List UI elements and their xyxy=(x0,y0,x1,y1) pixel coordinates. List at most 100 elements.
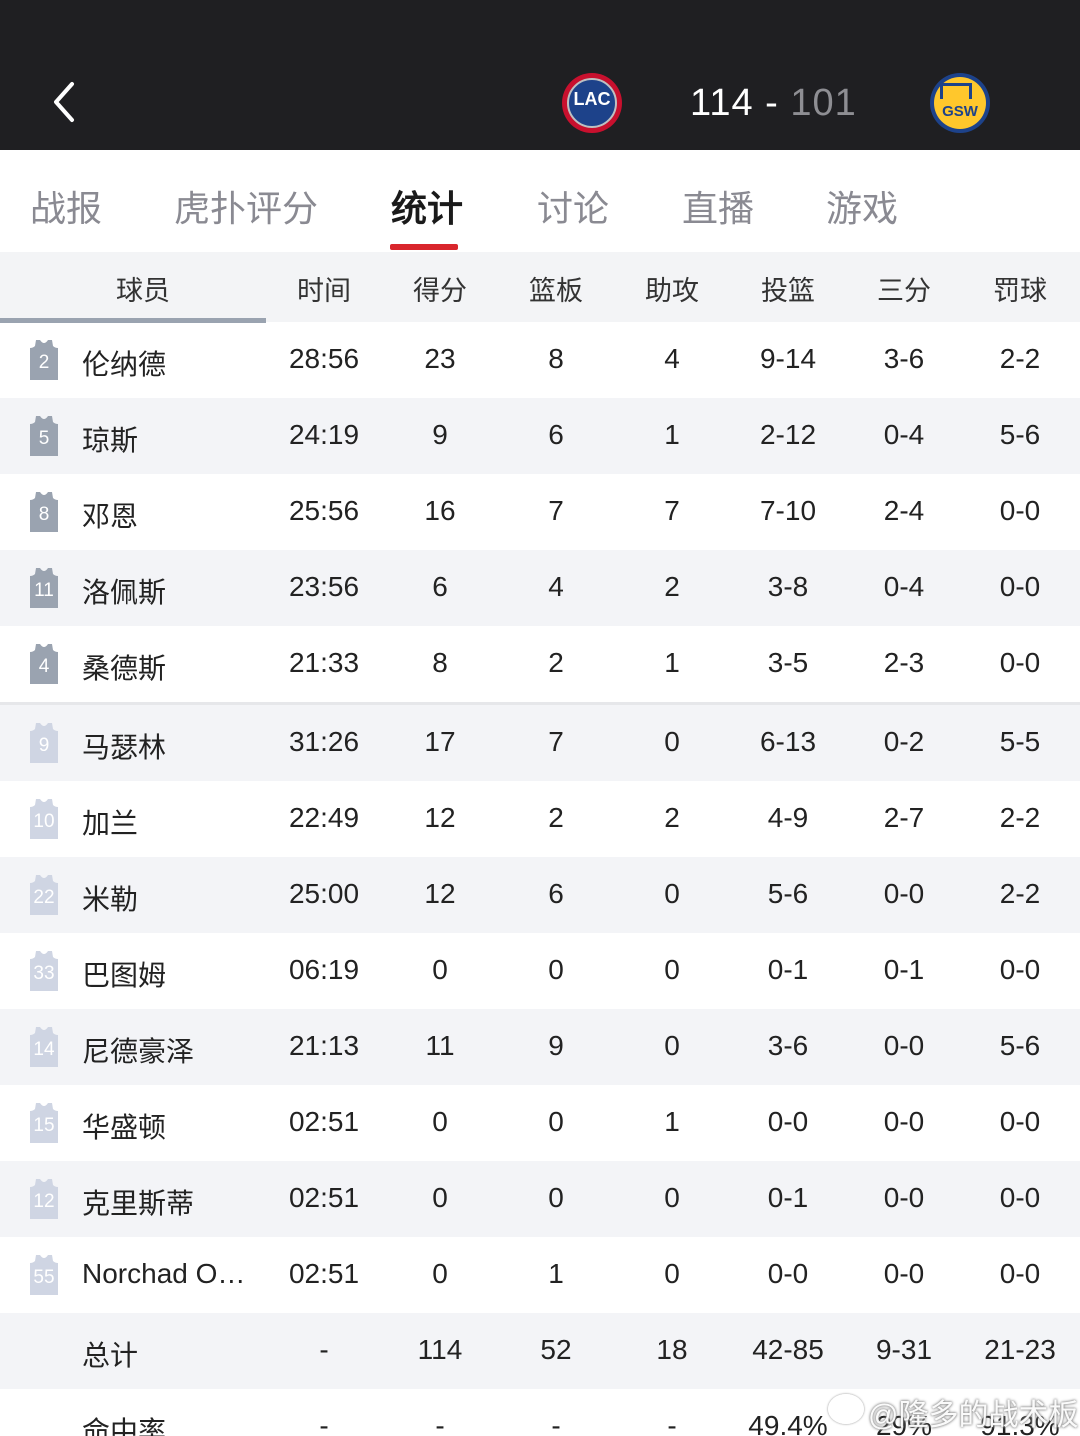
jersey-icon: 11 xyxy=(27,568,61,608)
cell-rebounds: 8 xyxy=(548,343,564,374)
tab-report[interactable]: 战报 xyxy=(30,180,102,232)
tab-discussion[interactable]: 讨论 xyxy=(537,180,609,232)
cell-field-goals: 7-10 xyxy=(759,495,817,526)
gsw-team-logo[interactable]: GSW xyxy=(930,73,990,133)
cell-points: 0 xyxy=(432,1258,448,1289)
game-score: 114 - 101 xyxy=(690,82,857,125)
cell-free-throws: 5-6 xyxy=(999,419,1041,450)
bench-row[interactable]: 12 克里斯蒂 02:51 0 0 0 0-1 0-0 0-0 xyxy=(0,1161,1080,1237)
jersey-icon: 4 xyxy=(27,644,61,684)
watermark: @隆多的战术板 xyxy=(868,1399,1079,1432)
tab-live[interactable]: 直播 xyxy=(682,180,754,232)
starter-row[interactable]: 11 洛佩斯 23:56 6 4 2 3-8 0-4 0-0 xyxy=(0,550,1080,626)
cell-rebounds: 2 xyxy=(548,802,564,833)
score-separator: - xyxy=(765,82,779,124)
totals-row: 总计 - 114 52 18 42-85 9-31 21-23 xyxy=(0,1313,1080,1389)
col-three-pointers[interactable]: 三分 xyxy=(846,269,962,308)
starter-row[interactable]: 5 琼斯 24:19 9 6 1 2-12 0-4 5-6 xyxy=(0,398,1080,474)
cell-assists: 2 xyxy=(664,571,680,602)
cell-three-pointers: 2-4 xyxy=(883,495,925,526)
cell-assists: 18 xyxy=(656,1334,688,1365)
player-name[interactable]: 伦纳德 xyxy=(82,343,166,383)
cell-three-pointers: 0-0 xyxy=(883,878,925,909)
bench-row[interactable]: 9 马瑟林 31:26 17 7 0 6-13 0-2 5-5 xyxy=(0,705,1080,781)
cell-rebounds: 6 xyxy=(548,419,564,450)
cell-assists: 0 xyxy=(664,1030,680,1061)
cell-time: 02:51 xyxy=(288,1106,360,1137)
cell-free-throws: 0-0 xyxy=(999,571,1041,602)
player-name[interactable]: 洛佩斯 xyxy=(82,571,166,611)
cell-field-goals: 2-12 xyxy=(759,419,817,450)
bench-row[interactable]: 55 Norchad O… 02:51 0 1 0 0-0 0-0 0-0 xyxy=(0,1237,1080,1313)
cell-points: 0 xyxy=(432,954,448,985)
player-name[interactable]: 华盛顿 xyxy=(82,1106,166,1146)
cell-rebounds: 7 xyxy=(548,726,564,757)
jersey-icon: 2 xyxy=(27,340,61,380)
cell-three-pointers: 2-7 xyxy=(883,802,925,833)
lac-team-logo[interactable]: LAC xyxy=(562,73,622,133)
cell-rebounds: 52 xyxy=(540,1334,572,1365)
jersey-number: 8 xyxy=(38,504,50,525)
starter-row[interactable]: 2 伦纳德 28:56 23 8 4 9-14 3-6 2-2 xyxy=(0,322,1080,398)
player-name[interactable]: 加兰 xyxy=(82,802,138,842)
player-name[interactable]: 尼德豪泽 xyxy=(82,1030,194,1070)
cell-points: 17 xyxy=(424,726,456,757)
cell-time: 21:13 xyxy=(288,1030,360,1061)
col-assists[interactable]: 助攻 xyxy=(614,269,730,308)
cell-time: 02:51 xyxy=(288,1182,360,1213)
col-time[interactable]: 时间 xyxy=(266,269,382,308)
cell-free-throws: 21-23 xyxy=(984,1334,1056,1365)
bench-row[interactable]: 15 华盛顿 02:51 0 0 1 0-0 0-0 0-0 xyxy=(0,1085,1080,1161)
jersey-icon: 55 xyxy=(27,1255,61,1295)
col-field-goals[interactable]: 投篮 xyxy=(730,269,846,308)
jersey-number: 55 xyxy=(33,1267,55,1288)
bench-row[interactable]: 14 尼德豪泽 21:13 11 9 0 3-6 0-0 5-6 xyxy=(0,1009,1080,1085)
player-name[interactable]: 马瑟林 xyxy=(82,726,166,766)
cell-time: - xyxy=(319,1334,329,1365)
starter-row[interactable]: 4 桑德斯 21:33 8 2 1 3-5 2-3 0-0 xyxy=(0,626,1080,702)
player-name[interactable]: 克里斯蒂 xyxy=(82,1182,194,1222)
bench-row[interactable]: 10 加兰 22:49 12 2 2 4-9 2-7 2-2 xyxy=(0,781,1080,857)
cell-rebounds: 7 xyxy=(548,495,564,526)
player-name[interactable]: 巴图姆 xyxy=(82,954,166,994)
col-points[interactable]: 得分 xyxy=(382,269,498,308)
tab-games[interactable]: 游戏 xyxy=(826,180,898,232)
tab-rating[interactable]: 虎扑评分 xyxy=(174,180,318,232)
player-name[interactable]: 桑德斯 xyxy=(82,647,166,687)
jersey-icon: 15 xyxy=(27,1103,61,1143)
cell-rebounds: 4 xyxy=(548,571,564,602)
cell-three-pointers: 0-0 xyxy=(883,1258,925,1289)
cell-three-pointers: 0-4 xyxy=(883,571,925,602)
jersey-icon: 14 xyxy=(27,1027,61,1067)
jersey-number: 4 xyxy=(38,656,50,677)
cell-assists: 0 xyxy=(664,1182,680,1213)
jersey-number: 9 xyxy=(38,735,50,756)
starter-row[interactable]: 8 邓恩 25:56 16 7 7 7-10 2-4 0-0 xyxy=(0,474,1080,550)
cell-three-pointers: 0-0 xyxy=(883,1182,925,1213)
cell-rebounds: 2 xyxy=(548,647,564,678)
cell-rebounds: 0 xyxy=(548,1106,564,1137)
col-free-throws[interactable]: 罚球 xyxy=(962,269,1078,308)
col-player[interactable]: 球员 xyxy=(0,269,286,308)
cell-three-pointers: 0-1 xyxy=(883,954,925,985)
cell-field-goals: 3-8 xyxy=(767,571,809,602)
cell-rebounds: 0 xyxy=(548,954,564,985)
cell-rebounds: 6 xyxy=(548,878,564,909)
bench-row[interactable]: 22 米勒 25:00 12 6 0 5-6 0-0 2-2 xyxy=(0,857,1080,933)
game-header: LAC 114 - 101 GSW xyxy=(0,0,1080,150)
bench-row[interactable]: 33 巴图姆 06:19 0 0 0 0-1 0-1 0-0 xyxy=(0,933,1080,1009)
player-name[interactable]: 琼斯 xyxy=(82,419,138,459)
cell-three-pointers: 2-3 xyxy=(883,647,925,678)
cell-three-pointers: 9-31 xyxy=(875,1334,933,1365)
cell-assists: 0 xyxy=(664,726,680,757)
cell-rebounds: 1 xyxy=(548,1258,564,1289)
player-name[interactable]: Norchad O… xyxy=(82,1258,245,1290)
cell-free-throws: 2-2 xyxy=(999,802,1041,833)
player-name[interactable]: 邓恩 xyxy=(82,495,138,535)
tab-stats[interactable]: 统计 xyxy=(391,180,463,232)
home-score: 114 xyxy=(690,82,754,124)
cell-rebounds: 0 xyxy=(548,1182,564,1213)
player-name[interactable]: 米勒 xyxy=(82,878,138,918)
col-rebounds[interactable]: 篮板 xyxy=(498,269,614,308)
chevron-left-icon[interactable] xyxy=(44,76,88,128)
